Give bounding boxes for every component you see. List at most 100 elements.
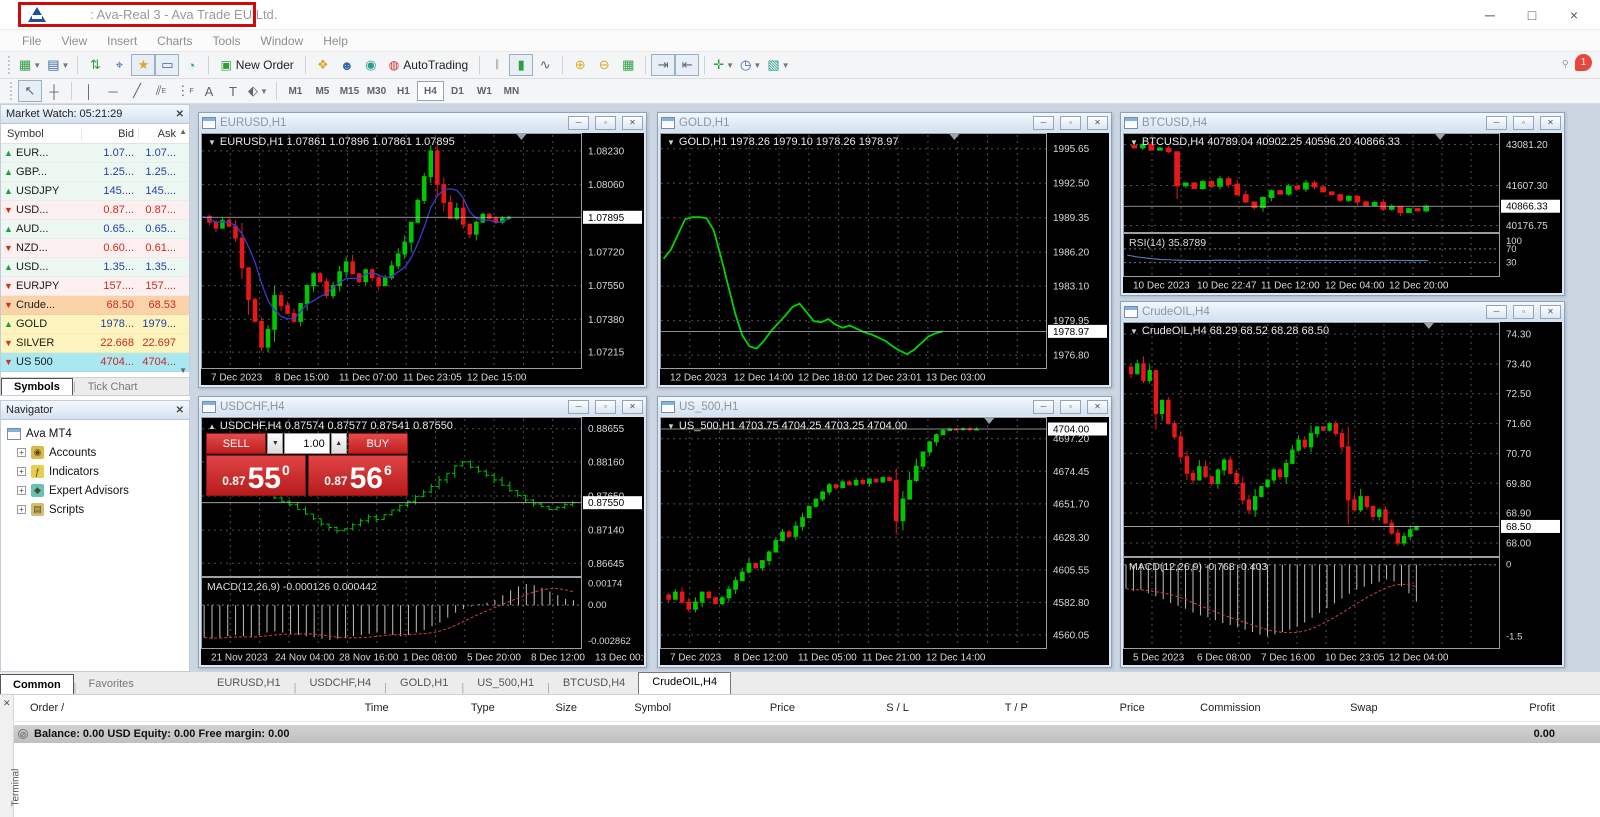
chart-window-usdchf[interactable]: USDCHF,H4─▫✕ 0.886550.881600.876500.8714… bbox=[198, 396, 647, 668]
timeframe-m1[interactable]: M1 bbox=[282, 81, 309, 101]
menu-window[interactable]: Window bbox=[251, 34, 314, 48]
chart-minimize-button[interactable]: ─ bbox=[568, 116, 589, 130]
chart-restore-button[interactable]: ▫ bbox=[1060, 116, 1081, 130]
terminal-column-profit[interactable]: Profit bbox=[1380, 702, 1557, 721]
timeframe-h1[interactable]: H1 bbox=[390, 81, 417, 101]
chart-window-gold[interactable]: GOLD,H1─▫✕ 1995.651992.501989.351986.201… bbox=[657, 112, 1112, 388]
chart-restore-button[interactable]: ▫ bbox=[1513, 305, 1534, 319]
fibonacci-tool-icon[interactable]: ⋮F bbox=[173, 80, 197, 102]
channel-tool-icon[interactable]: ⫽E bbox=[149, 80, 173, 102]
new-order-button[interactable]: ▣New Order bbox=[214, 54, 299, 76]
window-maximize-button[interactable]: □ bbox=[1512, 4, 1552, 26]
chart-window-crudeoil[interactable]: CrudeOIL,H4─▫✕ 74.3073.4072.5071.6070.70… bbox=[1120, 301, 1565, 668]
market-watch-row-usdjpy[interactable]: ▲USDJPY145....145.... bbox=[1, 182, 189, 201]
timeframe-h4[interactable]: H4 bbox=[417, 81, 444, 101]
menu-charts[interactable]: Charts bbox=[147, 34, 202, 48]
expand-icon[interactable]: + bbox=[17, 486, 26, 495]
chart-minimize-button[interactable]: ─ bbox=[568, 400, 589, 414]
scroll-down-icon[interactable]: ▼ bbox=[179, 366, 187, 375]
chart-tab-usdchfh4[interactable]: USDCHF,H4 bbox=[296, 674, 384, 694]
profiles-button[interactable]: ▤▼ bbox=[44, 54, 72, 76]
expand-icon[interactable]: + bbox=[17, 448, 26, 457]
navigator-item-scripts[interactable]: +▤Scripts bbox=[7, 500, 189, 519]
autotrading-button[interactable]: ◍AutoTrading bbox=[383, 54, 474, 76]
tab-symbols[interactable]: Symbols bbox=[1, 378, 73, 395]
tab-favorites[interactable]: Favorites bbox=[77, 674, 146, 694]
vertical-line-tool-icon[interactable]: │ bbox=[77, 80, 101, 102]
periods-button[interactable]: ◷▼ bbox=[737, 54, 764, 76]
chart-minimize-button[interactable]: ─ bbox=[1033, 116, 1054, 130]
notification-badge[interactable]: 1 bbox=[1575, 54, 1592, 71]
window-minimize-button[interactable]: ─ bbox=[1470, 4, 1510, 26]
timeframe-w1[interactable]: W1 bbox=[471, 81, 498, 101]
volume-increase-button[interactable]: ▲ bbox=[331, 433, 347, 454]
buy-button[interactable]: BUY bbox=[348, 433, 408, 454]
market-watch-close-icon[interactable]: ✕ bbox=[176, 109, 184, 120]
volume-input[interactable]: 1.00 bbox=[284, 433, 330, 454]
crosshair-tool-icon[interactable]: ┼ bbox=[42, 80, 66, 102]
new-chart-button[interactable]: ▦▼ bbox=[16, 54, 44, 76]
timeframe-m30[interactable]: M30 bbox=[363, 81, 390, 101]
zoom-out-icon[interactable]: ⊖ bbox=[592, 54, 616, 76]
sell-button[interactable]: SELL bbox=[206, 433, 266, 454]
navigator-close-icon[interactable]: ✕ bbox=[176, 405, 184, 416]
chart-window-btcusd[interactable]: BTCUSD,H4─▫✕ 43081.2041607.3040176.75408… bbox=[1120, 112, 1565, 296]
terminal-column-price[interactable]: Price bbox=[1030, 702, 1147, 721]
signals-icon[interactable]: ◉ bbox=[359, 54, 383, 76]
horizontal-line-tool-icon[interactable]: ─ bbox=[101, 80, 125, 102]
arrows-tool-icon[interactable]: ⬖▼ bbox=[245, 80, 271, 102]
chart-close-button[interactable]: ✕ bbox=[1087, 116, 1108, 130]
terminal-column-type[interactable]: Type bbox=[391, 702, 497, 721]
terminal-column-commission[interactable]: Commission bbox=[1147, 702, 1263, 721]
zoom-in-icon[interactable]: ⊕ bbox=[568, 54, 592, 76]
menu-view[interactable]: View bbox=[51, 34, 97, 48]
expand-icon[interactable]: + bbox=[17, 505, 26, 514]
terminal-column-price[interactable]: Price bbox=[673, 702, 797, 721]
expand-icon[interactable]: + bbox=[17, 467, 26, 476]
market-watch-row-aud[interactable]: ▲AUD...0.65...0.65... bbox=[1, 220, 189, 239]
indicators-button[interactable]: ✛▼ bbox=[710, 54, 737, 76]
timeframe-mn[interactable]: MN bbox=[498, 81, 525, 101]
balance-row[interactable]: ⊘ Balance: 0.00 USD Equity: 0.00 Free ma… bbox=[14, 725, 1600, 743]
chart-close-button[interactable]: ✕ bbox=[622, 400, 643, 414]
chart-tab-crudeoilh4[interactable]: CrudeOIL,H4 bbox=[638, 672, 731, 694]
terminal-column-sl[interactable]: S / L bbox=[797, 702, 911, 721]
market-watch-row-usd[interactable]: ▼USD...0.87...0.87... bbox=[1, 201, 189, 220]
chart-canvas[interactable]: 74.3073.4072.5071.6070.7069.8068.9068.00… bbox=[1123, 322, 1562, 665]
text-tool-icon[interactable]: A bbox=[197, 80, 221, 102]
chart-restore-button[interactable]: ▫ bbox=[1060, 400, 1081, 414]
chart-canvas[interactable]: 1.082301.080601.077201.075501.073801.072… bbox=[201, 133, 644, 385]
chart-canvas[interactable]: 43081.2041607.3040176.7540866.331007030R… bbox=[1123, 133, 1562, 293]
candlestick-mode-icon[interactable]: ▮ bbox=[509, 54, 533, 76]
line-chart-mode-icon[interactable]: ∿ bbox=[533, 54, 557, 76]
market-watch-row-gbp[interactable]: ▲GBP...1.25...1.25... bbox=[1, 163, 189, 182]
auto-scroll-icon[interactable]: ⇥ bbox=[651, 54, 675, 76]
deposit-icon[interactable]: ❖ bbox=[311, 54, 335, 76]
market-watch-row-usd[interactable]: ▲USD...1.35...1.35... bbox=[1, 258, 189, 277]
chart-close-button[interactable]: ✕ bbox=[1087, 400, 1108, 414]
navigator-toggle-button[interactable]: ★ bbox=[131, 54, 155, 76]
chart-restore-button[interactable]: ▫ bbox=[595, 116, 616, 130]
market-watch-row-crude[interactable]: ▼Crude...68.5068.53 bbox=[1, 296, 189, 315]
chart-tab-eurusdh1[interactable]: EURUSD,H1 bbox=[204, 674, 294, 694]
chart-window-eurusd[interactable]: EURUSD,H1─▫✕ 1.082301.080601.077201.0755… bbox=[198, 112, 647, 388]
menu-insert[interactable]: Insert bbox=[97, 34, 147, 48]
buy-price-display[interactable]: 0.87566 bbox=[308, 455, 408, 496]
chart-close-button[interactable]: ✕ bbox=[622, 116, 643, 130]
chart-window-us500[interactable]: US_500,H1─▫✕ 4697.204674.454651.704628.3… bbox=[657, 396, 1112, 668]
navigator-root-item[interactable]: Ava MT4 bbox=[7, 424, 189, 443]
templates-button[interactable]: ▧▼ bbox=[764, 54, 792, 76]
market-watch-row-eurjpy[interactable]: ▼EURJPY157....157.... bbox=[1, 277, 189, 296]
community-icon[interactable]: ☻ bbox=[335, 54, 359, 76]
market-watch-row-eur[interactable]: ▲EUR...1.07...1.07... bbox=[1, 144, 189, 163]
market-watch-row-us500[interactable]: ▼US 5004704...4704... bbox=[1, 353, 189, 372]
chart-tab-btcusdh4[interactable]: BTCUSD,H4 bbox=[550, 674, 638, 694]
chart-tab-us500h1[interactable]: US_500,H1 bbox=[464, 674, 547, 694]
chart-restore-button[interactable]: ▫ bbox=[595, 400, 616, 414]
market-watch-toggle-button[interactable]: ⇅ bbox=[83, 54, 107, 76]
market-watch-row-gold[interactable]: ▲GOLD1978...1979... bbox=[1, 315, 189, 334]
tile-windows-icon[interactable]: ▦ bbox=[616, 54, 640, 76]
tab-tickchart[interactable]: Tick Chart bbox=[76, 378, 150, 395]
menu-help[interactable]: Help bbox=[313, 34, 358, 48]
data-window-button[interactable]: ⌖ bbox=[107, 54, 131, 76]
